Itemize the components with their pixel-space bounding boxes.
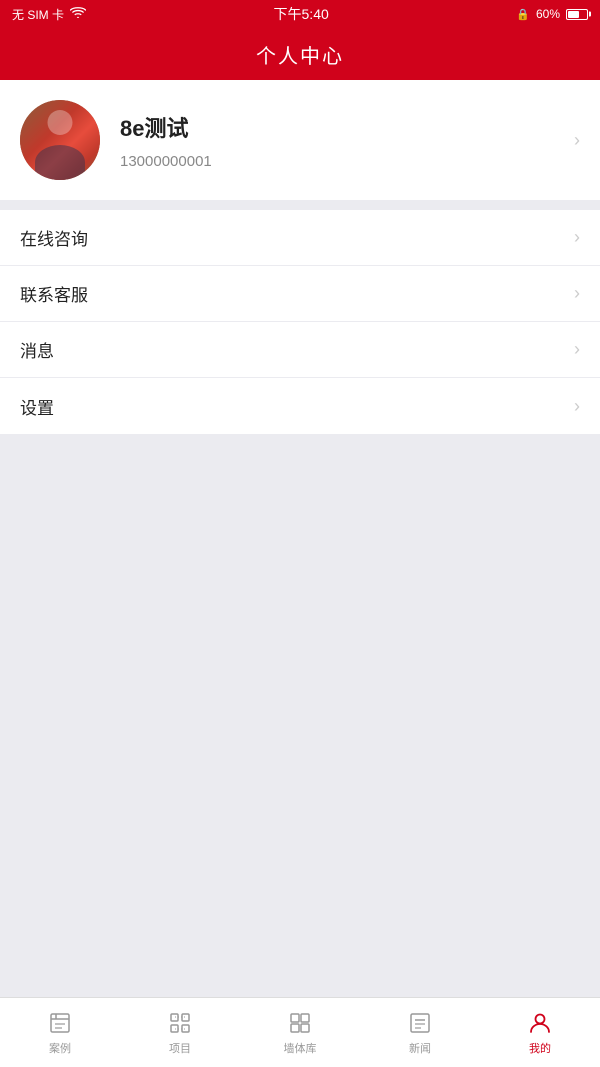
page-header: 个人中心 — [0, 28, 600, 80]
lock-icon: 🔒 — [516, 8, 530, 21]
menu-label-messages: 消息 — [20, 337, 54, 362]
menu-label-settings: 设置 — [20, 394, 54, 419]
status-right: 🔒 60% — [516, 7, 588, 21]
tab-label-cases: 案例 — [49, 1040, 71, 1056]
menu-chevron-support: › — [574, 283, 580, 304]
menu-item-support[interactable]: 联系客服 › — [0, 266, 600, 322]
status-left: 无 SIM 卡 — [12, 6, 86, 23]
tab-label-mine: 我的 — [529, 1040, 551, 1056]
battery-icon — [566, 9, 588, 20]
section-divider — [0, 200, 600, 210]
tab-wall[interactable]: 墙体库 — [240, 998, 360, 1067]
content-area — [0, 434, 600, 997]
tab-cases[interactable]: 案例 — [0, 998, 120, 1067]
menu-section: 在线咨询 › 联系客服 › 消息 › 设置 › — [0, 210, 600, 434]
carrier-text: 无 SIM 卡 — [12, 6, 64, 23]
tab-label-wall: 墙体库 — [284, 1040, 317, 1056]
menu-label-consult: 在线咨询 — [20, 225, 88, 250]
menu-item-consult[interactable]: 在线咨询 › — [0, 210, 600, 266]
tab-label-news: 新闻 — [409, 1040, 431, 1056]
menu-item-messages[interactable]: 消息 › — [0, 322, 600, 378]
profile-name: 8e测试 — [120, 111, 554, 143]
tab-news[interactable]: 新闻 — [360, 998, 480, 1067]
tab-label-projects: 项目 — [169, 1040, 191, 1056]
menu-item-settings[interactable]: 设置 › — [0, 378, 600, 434]
tab-mine[interactable]: 我的 — [480, 998, 600, 1067]
profile-phone: 13000000001 — [120, 153, 554, 170]
news-icon — [407, 1010, 433, 1036]
menu-chevron-settings: › — [574, 396, 580, 417]
menu-chevron-consult: › — [574, 227, 580, 248]
status-bar: 无 SIM 卡 下午5:40 🔒 60% — [0, 0, 600, 28]
avatar — [20, 100, 100, 180]
profile-info: 8e测试 13000000001 — [120, 111, 554, 170]
menu-chevron-messages: › — [574, 339, 580, 360]
profile-section[interactable]: 8e测试 13000000001 › — [0, 80, 600, 200]
wall-icon — [287, 1010, 313, 1036]
time-display: 下午5:40 — [274, 4, 329, 24]
cases-icon — [47, 1010, 73, 1036]
avatar-image — [20, 100, 100, 180]
battery-pct: 60% — [536, 7, 560, 21]
tab-bar: 案例 项目 墙体库 — [0, 997, 600, 1067]
wifi-icon — [70, 7, 86, 22]
profile-chevron[interactable]: › — [574, 130, 580, 151]
menu-label-support: 联系客服 — [20, 281, 88, 306]
page-title: 个人中心 — [256, 40, 344, 69]
mine-icon — [527, 1010, 553, 1036]
projects-icon — [167, 1010, 193, 1036]
tab-projects[interactable]: 项目 — [120, 998, 240, 1067]
